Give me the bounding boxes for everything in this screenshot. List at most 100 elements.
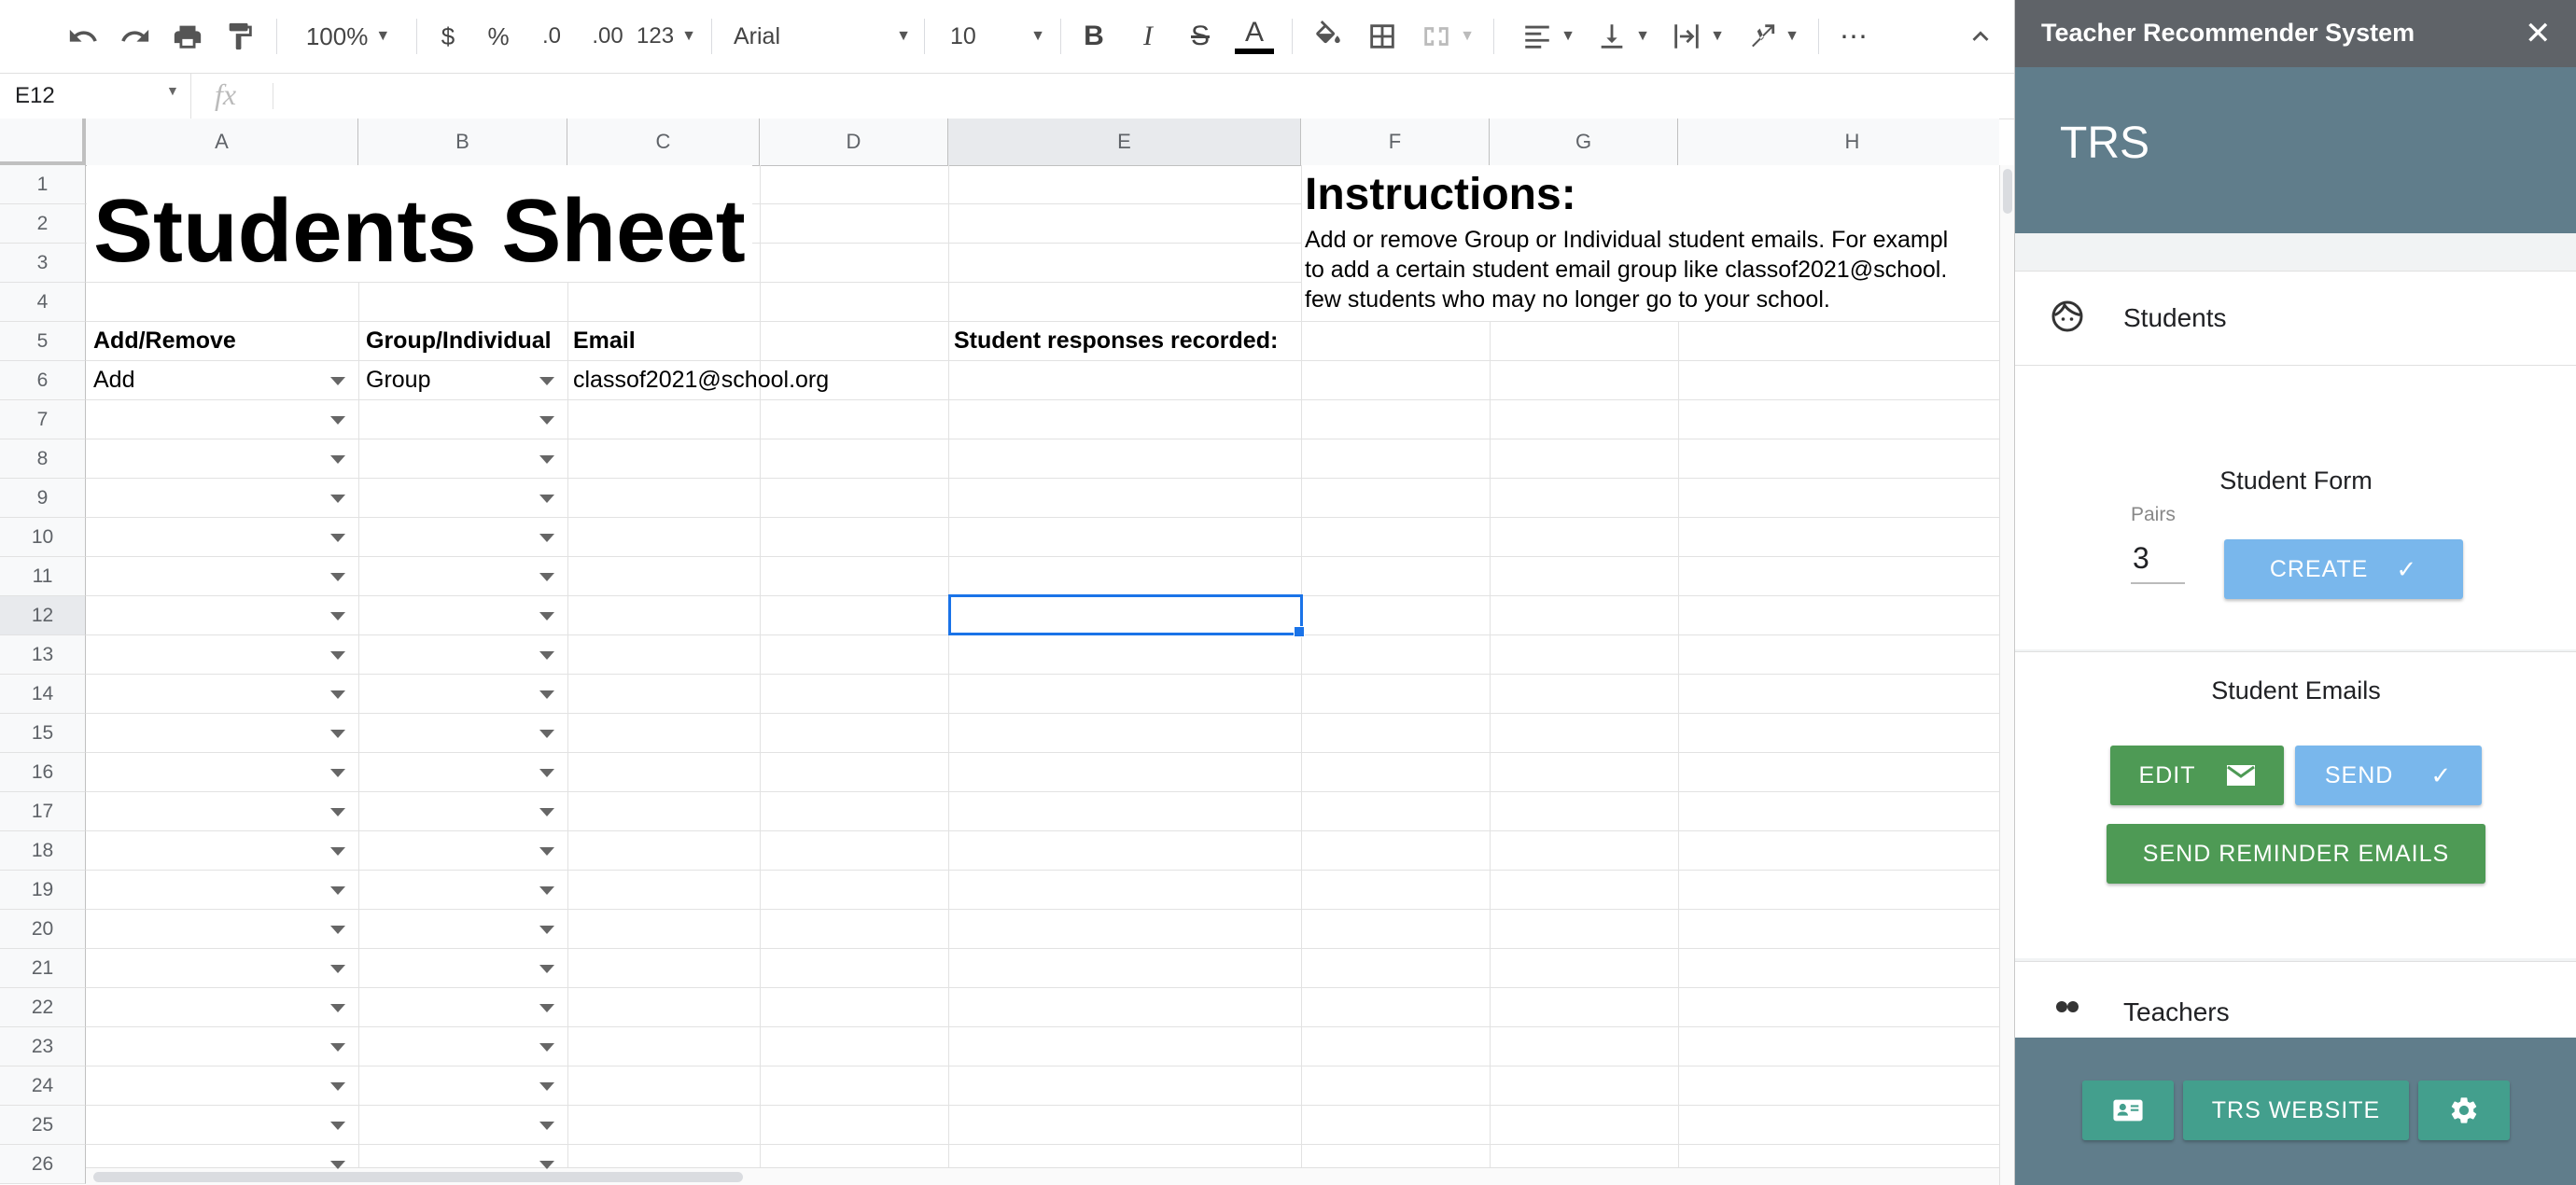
cell-area[interactable]: [86, 165, 1999, 1185]
cell-dropdown-arrow-icon[interactable]: [330, 651, 345, 660]
column-header-b[interactable]: B: [358, 118, 567, 165]
text-color-icon[interactable]: A: [1232, 13, 1277, 60]
cell-dropdown-arrow-icon[interactable]: [330, 847, 345, 856]
cell-dropdown-arrow-icon[interactable]: [539, 886, 554, 895]
cell-dropdown-arrow-icon[interactable]: [330, 1004, 345, 1012]
row-header[interactable]: 12: [0, 596, 86, 635]
pairs-input[interactable]: 3: [2131, 534, 2185, 584]
cell-dropdown-arrow-icon[interactable]: [539, 573, 554, 581]
row-header[interactable]: 6: [0, 361, 86, 400]
column-header-e[interactable]: E: [948, 118, 1301, 165]
row-header[interactable]: 17: [0, 792, 86, 831]
row-header[interactable]: 3: [0, 244, 86, 283]
vertical-scroll-thumb[interactable]: [2003, 169, 2012, 214]
column-header-h[interactable]: H: [1678, 118, 2014, 165]
horizontal-scroll-thumb[interactable]: [93, 1172, 743, 1182]
cell-dropdown-arrow-icon[interactable]: [539, 1161, 554, 1169]
cell-dropdown-arrow-icon[interactable]: [539, 1043, 554, 1052]
teachers-section-header[interactable]: Teachers: [2015, 961, 2576, 1039]
cell-dropdown-arrow-icon[interactable]: [539, 808, 554, 816]
row-header[interactable]: 13: [0, 635, 86, 675]
trs-website-button[interactable]: TRS WEBSITE: [2183, 1080, 2409, 1140]
cell-dropdown-arrow-icon[interactable]: [330, 612, 345, 620]
row-header[interactable]: 20: [0, 910, 86, 949]
cell-b6[interactable]: Group: [366, 367, 430, 394]
row-header[interactable]: 18: [0, 831, 86, 871]
row-header[interactable]: 10: [0, 518, 86, 557]
print-icon[interactable]: [166, 13, 209, 60]
row-header[interactable]: 9: [0, 479, 86, 518]
vertical-scrollbar[interactable]: [1999, 165, 2014, 1185]
cell-dropdown-arrow-icon[interactable]: [330, 573, 345, 581]
cell-dropdown-arrow-icon[interactable]: [330, 1043, 345, 1052]
name-box[interactable]: E12 ▼: [0, 74, 191, 118]
zoom-select[interactable]: 100% ▼: [297, 13, 399, 60]
formula-input[interactable]: [280, 74, 2007, 118]
font-size-select[interactable]: 10 ▼: [950, 13, 1045, 60]
cell-dropdown-arrow-icon[interactable]: [539, 612, 554, 620]
font-family-select[interactable]: Arial ▼: [734, 13, 911, 60]
close-icon[interactable]: ✕: [2525, 15, 2552, 52]
cell-dropdown-arrow-icon[interactable]: [330, 495, 345, 503]
horizontal-scrollbar[interactable]: [86, 1167, 1999, 1185]
row-header[interactable]: 21: [0, 949, 86, 988]
cell-dropdown-arrow-icon[interactable]: [539, 377, 554, 385]
cell-dropdown-arrow-icon[interactable]: [539, 847, 554, 856]
horizontal-align-icon[interactable]: ▼: [1516, 13, 1581, 60]
cell-dropdown-arrow-icon[interactable]: [539, 926, 554, 934]
row-header[interactable]: 15: [0, 714, 86, 753]
paint-format-icon[interactable]: [218, 13, 261, 60]
bold-icon[interactable]: B: [1075, 13, 1113, 60]
settings-button[interactable]: [2418, 1080, 2510, 1140]
cell-c6[interactable]: classof2021@school.org: [573, 367, 829, 394]
cell-dropdown-arrow-icon[interactable]: [539, 455, 554, 464]
text-rotation-icon[interactable]: ▼: [1740, 13, 1805, 60]
cell-dropdown-arrow-icon[interactable]: [330, 808, 345, 816]
cell-dropdown-arrow-icon[interactable]: [539, 534, 554, 542]
currency-format-button[interactable]: $: [431, 13, 465, 60]
cell-dropdown-arrow-icon[interactable]: [539, 690, 554, 699]
row-header[interactable]: 22: [0, 988, 86, 1027]
text-wrap-icon[interactable]: ▼: [1665, 13, 1730, 60]
send-reminder-emails-button[interactable]: SEND REMINDER EMAILS: [2107, 824, 2485, 884]
row-header[interactable]: 4: [0, 283, 86, 322]
row-header[interactable]: 24: [0, 1066, 86, 1106]
cell-dropdown-arrow-icon[interactable]: [539, 416, 554, 425]
send-button[interactable]: SEND ✓: [2295, 746, 2482, 805]
column-header-c[interactable]: C: [567, 118, 760, 165]
column-header-f[interactable]: F: [1301, 118, 1490, 165]
cell-dropdown-arrow-icon[interactable]: [539, 965, 554, 973]
undo-icon[interactable]: [62, 13, 105, 60]
cell-dropdown-arrow-icon[interactable]: [539, 1004, 554, 1012]
cell-dropdown-arrow-icon[interactable]: [330, 730, 345, 738]
selected-cell-e12[interactable]: [948, 594, 1303, 635]
column-header-a[interactable]: A: [86, 118, 358, 165]
cell-dropdown-arrow-icon[interactable]: [330, 926, 345, 934]
cell-dropdown-arrow-icon[interactable]: [330, 965, 345, 973]
cell-dropdown-arrow-icon[interactable]: [330, 416, 345, 425]
column-header-g[interactable]: G: [1490, 118, 1678, 165]
decrease-decimal-button[interactable]: .0: [528, 13, 575, 60]
edit-button[interactable]: EDIT: [2110, 746, 2284, 805]
increase-decimal-button[interactable]: .00: [581, 13, 635, 60]
redo-icon[interactable]: [114, 13, 157, 60]
cell-dropdown-arrow-icon[interactable]: [330, 769, 345, 777]
row-header[interactable]: 2: [0, 204, 86, 244]
column-header-d[interactable]: D: [760, 118, 948, 165]
cell-dropdown-arrow-icon[interactable]: [330, 1122, 345, 1130]
cell-dropdown-arrow-icon[interactable]: [330, 690, 345, 699]
row-header[interactable]: 5: [0, 322, 86, 361]
row-header[interactable]: 23: [0, 1027, 86, 1066]
row-header[interactable]: 1: [0, 165, 86, 204]
row-header[interactable]: 19: [0, 871, 86, 910]
italic-icon[interactable]: I: [1129, 13, 1167, 60]
cell-dropdown-arrow-icon[interactable]: [330, 886, 345, 895]
cell-dropdown-arrow-icon[interactable]: [539, 1122, 554, 1130]
borders-icon[interactable]: [1361, 13, 1404, 60]
cell-dropdown-arrow-icon[interactable]: [330, 1161, 345, 1169]
row-header[interactable]: 25: [0, 1106, 86, 1145]
select-all-corner[interactable]: [0, 118, 86, 165]
collapse-toolbar-icon[interactable]: [1960, 13, 2001, 60]
more-formats-button[interactable]: 123 ▼: [637, 13, 696, 60]
cell-dropdown-arrow-icon[interactable]: [539, 651, 554, 660]
